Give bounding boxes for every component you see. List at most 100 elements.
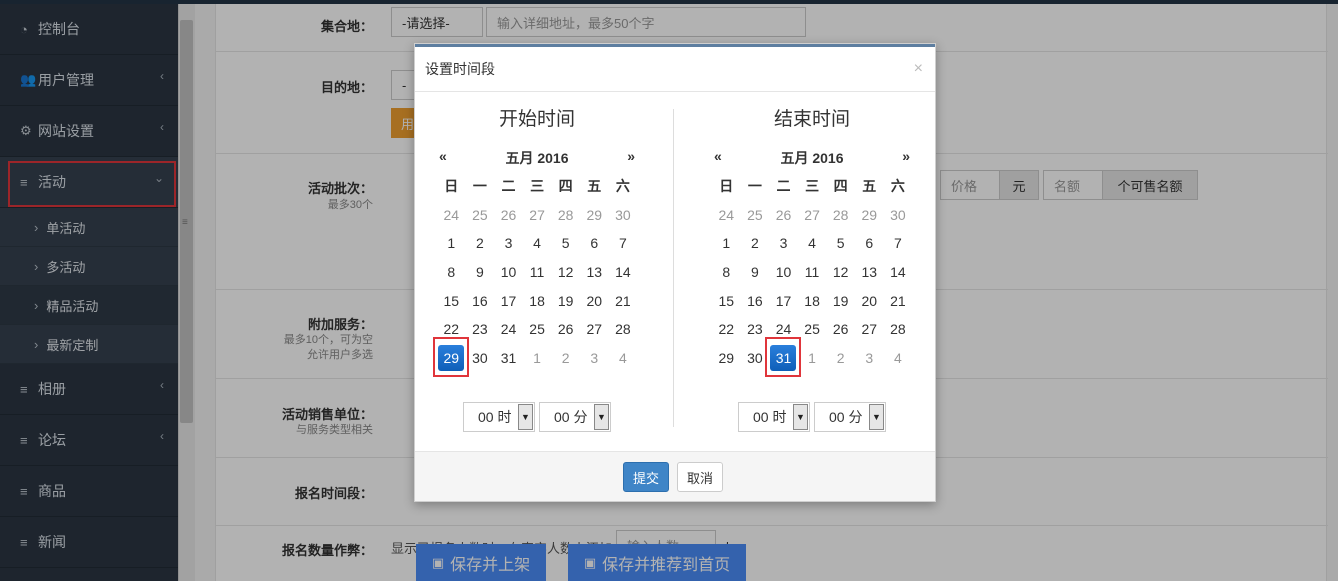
weekday-header: 六 <box>615 178 630 195</box>
calendar-day[interactable]: 22 <box>712 315 741 344</box>
calendar-day-selected[interactable]: 29 <box>433 336 469 377</box>
calendar-day[interactable]: 27 <box>523 201 552 230</box>
calendar-day[interactable]: 21 <box>884 286 913 315</box>
calendar-day[interactable]: 19 <box>551 286 580 315</box>
calendar-day[interactable]: 1 <box>798 344 827 373</box>
calendar-day[interactable]: 14 <box>609 258 638 287</box>
close-icon[interactable]: × <box>914 60 923 78</box>
calendar-day[interactable]: 20 <box>855 286 884 315</box>
weekday-header: 三 <box>805 178 820 195</box>
end-month-label[interactable]: 五月 2016 <box>712 148 912 168</box>
calendar-day[interactable]: 24 <box>712 201 741 230</box>
calendar-day[interactable]: 6 <box>855 229 884 258</box>
calendar-day[interactable]: 7 <box>609 229 638 258</box>
highlight-box <box>765 336 802 377</box>
calendar-day[interactable]: 17 <box>769 286 798 315</box>
calendar-day[interactable]: 20 <box>580 286 609 315</box>
calendar-day[interactable]: 18 <box>523 286 552 315</box>
calendar-day[interactable]: 16 <box>466 286 495 315</box>
calendar-day[interactable]: 28 <box>884 315 913 344</box>
calendar-day[interactable]: 11 <box>798 258 827 287</box>
calendar-day[interactable]: 10 <box>494 258 523 287</box>
calendar-day[interactable]: 5 <box>826 229 855 258</box>
submit-button[interactable]: 提交 <box>623 462 669 492</box>
next-month-button[interactable]: » <box>902 148 910 164</box>
calendar-day[interactable]: 30 <box>466 344 495 373</box>
calendar-day[interactable]: 31 <box>494 344 523 373</box>
cancel-button[interactable]: 取消 <box>677 462 723 492</box>
calendar-day[interactable]: 25 <box>741 201 770 230</box>
calendar-day[interactable]: 25 <box>523 315 552 344</box>
calendar-day[interactable]: 26 <box>494 201 523 230</box>
calendar-day[interactable]: 9 <box>466 258 495 287</box>
calendar-day[interactable]: 9 <box>741 258 770 287</box>
end-minute-select[interactable]: 00 分 ▼ <box>814 402 886 432</box>
calendar-day[interactable]: 3 <box>769 229 798 258</box>
end-calendar-grid: 日一二三四五六 24 25 26 27 28 29 30 1 2 3 4 5 6 7 8 9 10 11 12 13 14… <box>712 172 913 377</box>
start-month-label[interactable]: 五月 2016 <box>437 148 637 168</box>
calendar-day[interactable]: 24 <box>494 315 523 344</box>
calendar-day[interactable]: 17 <box>494 286 523 315</box>
calendar-day[interactable]: 10 <box>769 258 798 287</box>
calendar-day[interactable]: 1 <box>712 229 741 258</box>
end-hour-select[interactable]: 00 时 ▼ <box>738 402 810 432</box>
start-minute-select[interactable]: 00 分 ▼ <box>539 402 611 432</box>
calendar-day[interactable]: 4 <box>798 229 827 258</box>
calendar-day[interactable]: 26 <box>769 201 798 230</box>
calendar-day[interactable]: 1 <box>437 229 466 258</box>
calendar-day[interactable]: 4 <box>609 344 638 373</box>
next-month-button[interactable]: » <box>627 148 635 164</box>
calendar-day[interactable]: 21 <box>609 286 638 315</box>
calendar-day[interactable]: 12 <box>551 258 580 287</box>
calendar-day[interactable]: 29 <box>855 201 884 230</box>
calendar-day[interactable]: 3 <box>494 229 523 258</box>
start-hour-select[interactable]: 00 时 ▼ <box>463 402 535 432</box>
calendar-day[interactable]: 13 <box>580 258 609 287</box>
calendar-day[interactable]: 27 <box>798 201 827 230</box>
calendar-day[interactable]: 27 <box>855 315 884 344</box>
start-calendar-grid: 日一二三四五六 24 25 26 27 28 29 30 1 2 3 4 5 6 7 8 9 10 11 12 13 14… <box>433 172 638 377</box>
weekday-header: 四 <box>558 178 573 195</box>
calendar-day[interactable]: 2 <box>826 344 855 373</box>
end-calendar-title: 结束时间 <box>773 109 850 130</box>
calendar-day[interactable]: 8 <box>712 258 741 287</box>
calendar-day[interactable]: 12 <box>826 258 855 287</box>
calendar-day[interactable]: 27 <box>580 315 609 344</box>
calendar-day[interactable]: 28 <box>826 201 855 230</box>
calendar-day[interactable]: 2 <box>741 229 770 258</box>
calendar-day[interactable]: 3 <box>855 344 884 373</box>
calendar-day[interactable]: 16 <box>741 286 770 315</box>
time-range-modal: 设置时间段 × 开始时间 « 五月 2016 » 日一二三四五六 24 25 26 27… <box>414 43 936 502</box>
calendar-day[interactable]: 11 <box>523 258 552 287</box>
calendar-day[interactable]: 8 <box>437 258 466 287</box>
calendar-day-selected[interactable]: 31 <box>765 336 802 377</box>
calendar-day[interactable]: 2 <box>466 229 495 258</box>
weekday-header: 一 <box>472 178 487 195</box>
calendar-day[interactable]: 24 <box>437 201 466 230</box>
calendar-day[interactable]: 25 <box>798 315 827 344</box>
calendar-day[interactable]: 28 <box>609 315 638 344</box>
calendar-day[interactable]: 6 <box>580 229 609 258</box>
calendar-day[interactable]: 5 <box>551 229 580 258</box>
calendar-day[interactable]: 26 <box>551 315 580 344</box>
calendar-day[interactable]: 7 <box>884 229 913 258</box>
calendar-day[interactable]: 28 <box>551 201 580 230</box>
calendar-day[interactable]: 15 <box>712 286 741 315</box>
calendar-day[interactable]: 23 <box>466 315 495 344</box>
calendar-day[interactable]: 18 <box>798 286 827 315</box>
calendar-day[interactable]: 29 <box>712 344 741 373</box>
calendar-day[interactable]: 14 <box>884 258 913 287</box>
calendar-day[interactable]: 3 <box>580 344 609 373</box>
calendar-day[interactable]: 30 <box>609 201 638 230</box>
calendar-day[interactable]: 19 <box>826 286 855 315</box>
calendar-day[interactable]: 29 <box>580 201 609 230</box>
calendar-day[interactable]: 15 <box>437 286 466 315</box>
calendar-day[interactable]: 4 <box>884 344 913 373</box>
calendar-day[interactable]: 4 <box>523 229 552 258</box>
calendar-day[interactable]: 2 <box>551 344 580 373</box>
calendar-day[interactable]: 30 <box>884 201 913 230</box>
calendar-day[interactable]: 1 <box>523 344 552 373</box>
calendar-day[interactable]: 26 <box>826 315 855 344</box>
calendar-day[interactable]: 25 <box>466 201 495 230</box>
calendar-day[interactable]: 13 <box>855 258 884 287</box>
